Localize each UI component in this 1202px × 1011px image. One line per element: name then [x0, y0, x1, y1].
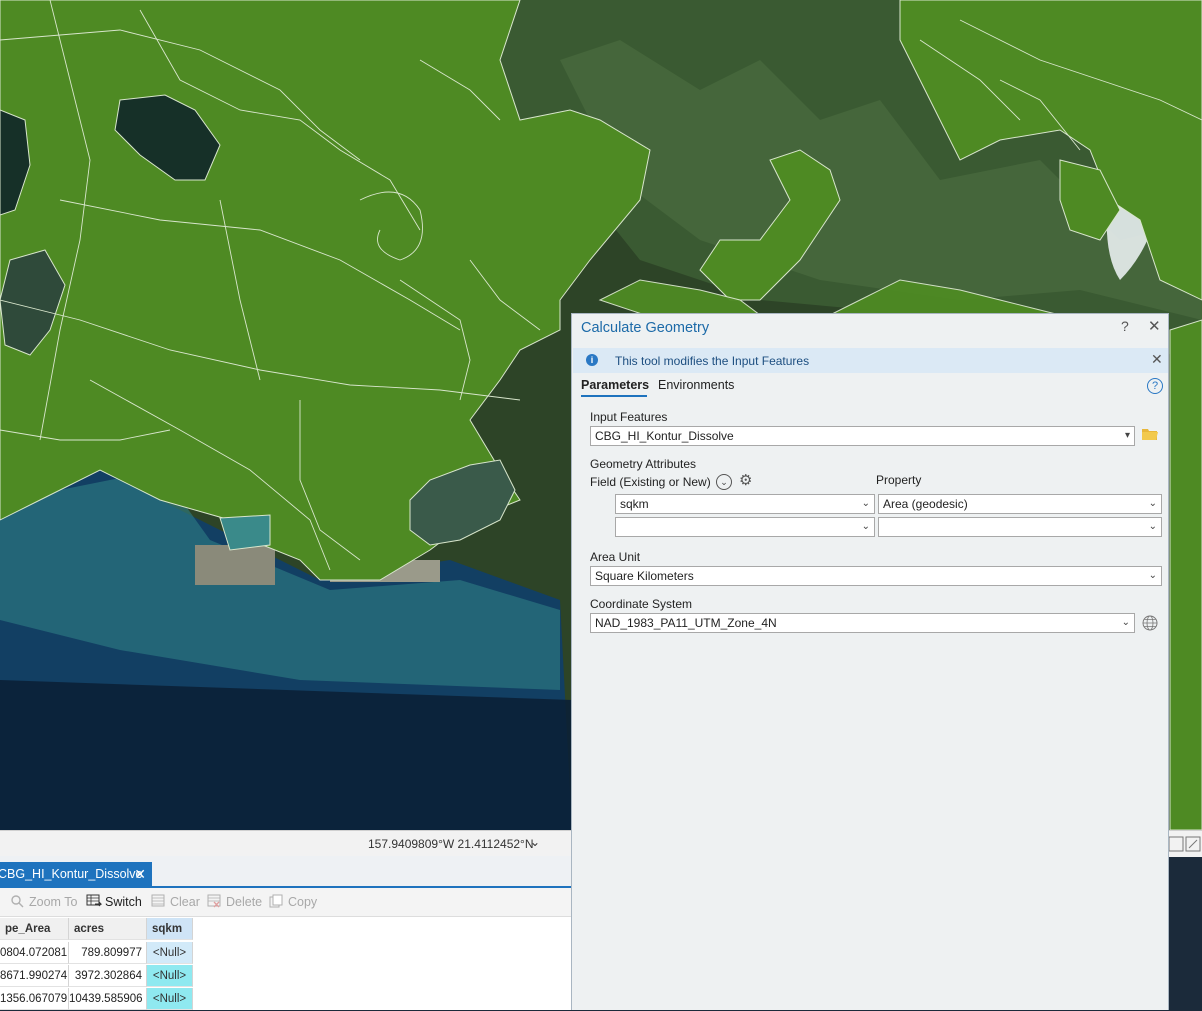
table-cell[interactable]: 8671.990274	[0, 965, 69, 987]
chevron-down-icon: ⌄	[1148, 498, 1157, 509]
column-header[interactable]: sqkm	[147, 918, 193, 940]
coordinate-format-chevron-icon[interactable]: ⌄	[530, 835, 540, 849]
field-value: sqkm	[620, 497, 649, 511]
table-row[interactable]: 8671.990274 3972.302864 <Null>	[0, 965, 194, 988]
input-features-label: Input Features	[590, 410, 668, 424]
browse-folder-icon[interactable]	[1142, 428, 1158, 440]
table-cell[interactable]: <Null>	[147, 942, 193, 964]
clear-label: Clear	[170, 895, 200, 909]
table-tabstrip: CBG_HI_Kontur_Dissolve ✕	[0, 856, 572, 888]
coordinate-system-value: NAD_1983_PA11_UTM_Zone_4N	[595, 616, 777, 630]
property-dropdown-2[interactable]: ⌄	[878, 517, 1162, 537]
column-header[interactable]: pe_Area	[0, 918, 69, 940]
close-pane-icon[interactable]: ✕	[1148, 317, 1161, 335]
area-unit-value: Square Kilometers	[595, 569, 694, 583]
info-icon: i	[586, 354, 598, 366]
table-cell[interactable]: <Null>	[147, 965, 193, 987]
zoom-to-icon	[10, 894, 26, 908]
input-features-dropdown[interactable]: CBG_HI_Kontur_Dissolve ▾	[590, 426, 1135, 446]
field-column-header: Field (Existing or New)	[590, 475, 711, 489]
tab-parameters[interactable]: Parameters	[581, 378, 649, 392]
pane-title: Calculate Geometry	[581, 320, 710, 336]
active-tab-indicator	[581, 395, 647, 397]
chevron-down-icon: ▾	[1124, 430, 1130, 441]
info-message-bar: i This tool modifies the Input Features …	[573, 348, 1168, 373]
help-icon[interactable]: ?	[1121, 318, 1129, 334]
close-tab-icon[interactable]: ✕	[134, 862, 146, 886]
table-toolbar: Zoom To Switch Clear Delete Copy	[0, 888, 572, 917]
status-bar-icons[interactable]	[1166, 834, 1202, 854]
field-dropdown-2[interactable]: ⌄	[615, 517, 875, 537]
input-features-value: CBG_HI_Kontur_Dissolve	[595, 429, 734, 443]
coordinate-system-label: Coordinate System	[590, 597, 693, 611]
copy-label: Copy	[288, 895, 318, 909]
info-message: This tool modifies the Input Features	[615, 354, 810, 368]
clear-button[interactable]: Clear	[151, 893, 200, 911]
switch-button[interactable]: Switch	[86, 893, 142, 911]
copy-icon	[269, 894, 285, 908]
property-value: Area (geodesic)	[883, 497, 968, 511]
table-header-row: pe_Area acres sqkm	[0, 918, 194, 941]
table-cell[interactable]: 0804.072081	[0, 942, 69, 964]
coordinate-system-dropdown[interactable]: NAD_1983_PA11_UTM_Zone_4N ⌄	[590, 613, 1135, 633]
switch-label: Switch	[105, 895, 142, 909]
zoom-to-label: Zoom To	[29, 895, 78, 909]
calculate-geometry-pane: Calculate Geometry ? ✕ i This tool modif…	[571, 313, 1169, 1010]
imagery-airport	[195, 545, 275, 585]
dismiss-message-icon[interactable]: ✕	[1151, 351, 1163, 368]
imagery-deep-water	[0, 680, 572, 830]
chevron-down-icon: ⌄	[861, 521, 870, 532]
table-cell[interactable]: 10439.585906	[69, 988, 147, 1010]
table-cell[interactable]: 789.809977	[69, 942, 147, 964]
field-dropdown-1[interactable]: sqkm ⌄	[615, 494, 875, 514]
property-dropdown-1[interactable]: Area (geodesic) ⌄	[878, 494, 1162, 514]
tab-environments[interactable]: Environments	[658, 378, 734, 392]
coordinate-readout: 157.9409809°W 21.4112452°N	[368, 837, 534, 851]
switch-selection-icon	[86, 894, 103, 908]
table-cell[interactable]: <Null>	[147, 988, 193, 1010]
property-column-header: Property	[876, 473, 922, 487]
delete-button[interactable]: Delete	[207, 893, 262, 911]
globe-icon[interactable]	[1142, 615, 1158, 631]
attribute-table-pane: CBG_HI_Kontur_Dissolve ✕ Zoom To Switch …	[0, 856, 572, 1010]
area-unit-dropdown[interactable]: Square Kilometers ⌄	[590, 566, 1162, 586]
chevron-down-icon: ⌄	[1121, 617, 1130, 628]
column-header[interactable]: acres	[69, 918, 147, 940]
table-tab[interactable]: CBG_HI_Kontur_Dissolve ✕	[0, 862, 152, 886]
tool-help-icon[interactable]: ?	[1147, 378, 1163, 394]
chevron-down-icon: ⌄	[861, 498, 870, 509]
table-tab-title: CBG_HI_Kontur_Dissolve	[0, 867, 143, 881]
zoom-to-button[interactable]: Zoom To	[10, 893, 77, 911]
gear-icon[interactable]: ⚙	[739, 473, 752, 489]
table-row[interactable]: 1356.067079 10439.585906 <Null>	[0, 988, 194, 1011]
clear-selection-icon	[151, 894, 167, 908]
chevron-down-icon: ⌄	[1148, 570, 1157, 581]
table-cell[interactable]: 1356.067079	[0, 988, 69, 1010]
expand-options-icon[interactable]: ⌄	[716, 474, 732, 490]
chevron-down-icon: ⌄	[1148, 521, 1157, 532]
delete-label: Delete	[226, 895, 263, 909]
table-cell[interactable]: 3972.302864	[69, 965, 147, 987]
table-row[interactable]: 0804.072081 789.809977 <Null>	[0, 942, 194, 965]
copy-button[interactable]: Copy	[269, 893, 317, 911]
geometry-attributes-label: Geometry Attributes	[590, 457, 697, 471]
delete-records-icon	[207, 894, 223, 908]
area-unit-label: Area Unit	[590, 550, 641, 564]
